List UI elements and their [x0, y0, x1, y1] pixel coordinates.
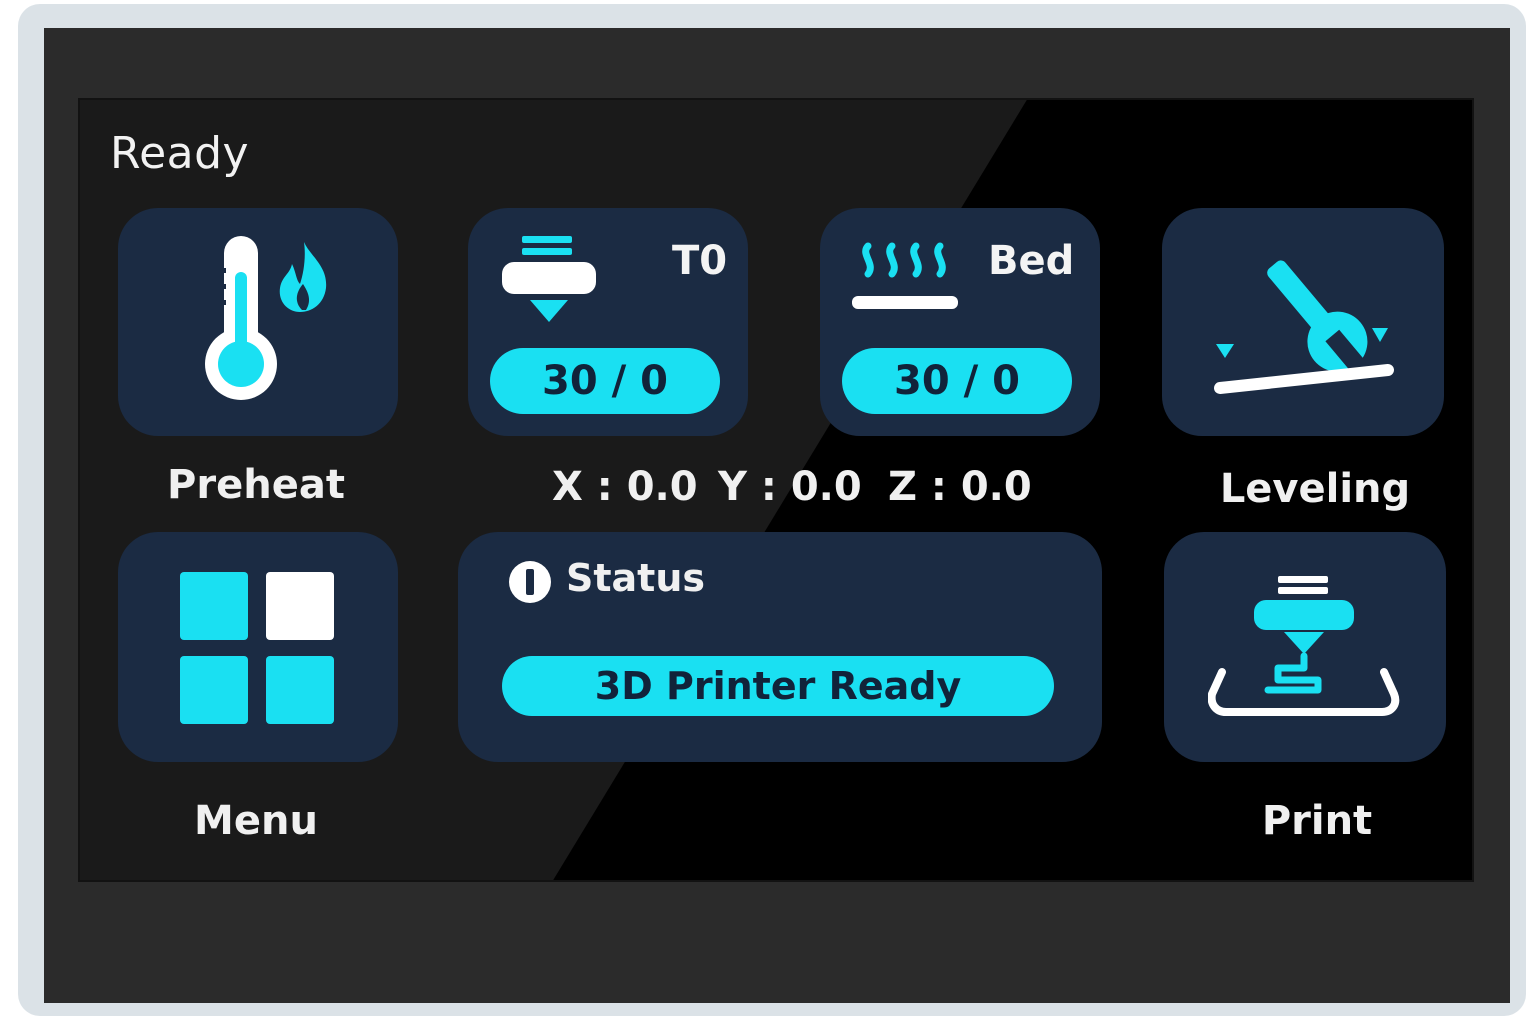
thermometer-flame-icon	[205, 236, 327, 400]
menu-button[interactable]	[118, 532, 398, 762]
nozzle-icon	[502, 236, 596, 322]
page-title: Ready	[110, 128, 250, 179]
preheat-label: Preheat	[167, 462, 345, 508]
heated-bed-icon	[852, 242, 958, 309]
grid-menu-icon	[180, 572, 334, 724]
touch-screen: Ready Preheat T0 30 / 0 Bed 30 / 0 Level…	[78, 98, 1474, 882]
status-panel: Status 3D Printer Ready	[458, 532, 1102, 762]
bed-temp-tile[interactable]: Bed 30 / 0	[820, 208, 1100, 436]
status-message: 3D Printer Ready	[502, 656, 1054, 716]
print-label: Print	[1261, 798, 1373, 844]
bed-temp-value: 30 / 0	[842, 348, 1072, 414]
leveling-button[interactable]	[1162, 208, 1444, 436]
y-coordinate: Y : 0.0	[718, 464, 862, 510]
nozzle-temp-tile[interactable]: T0 30 / 0	[468, 208, 748, 436]
print-button[interactable]	[1164, 532, 1446, 762]
leveling-label: Leveling	[1219, 466, 1411, 512]
preheat-button[interactable]	[118, 208, 398, 436]
info-icon	[509, 561, 551, 603]
menu-label: Menu	[194, 798, 318, 844]
nozzle-temp-value: 30 / 0	[490, 348, 720, 414]
x-coordinate: X : 0.0	[552, 464, 698, 510]
nozzle-label: T0	[672, 238, 728, 284]
wrench-level-icon	[1214, 260, 1394, 394]
z-coordinate: Z : 0.0	[888, 464, 1032, 510]
bed-label: Bed	[988, 238, 1075, 284]
print-nozzle-icon	[1208, 576, 1400, 716]
status-title: Status	[566, 556, 706, 600]
